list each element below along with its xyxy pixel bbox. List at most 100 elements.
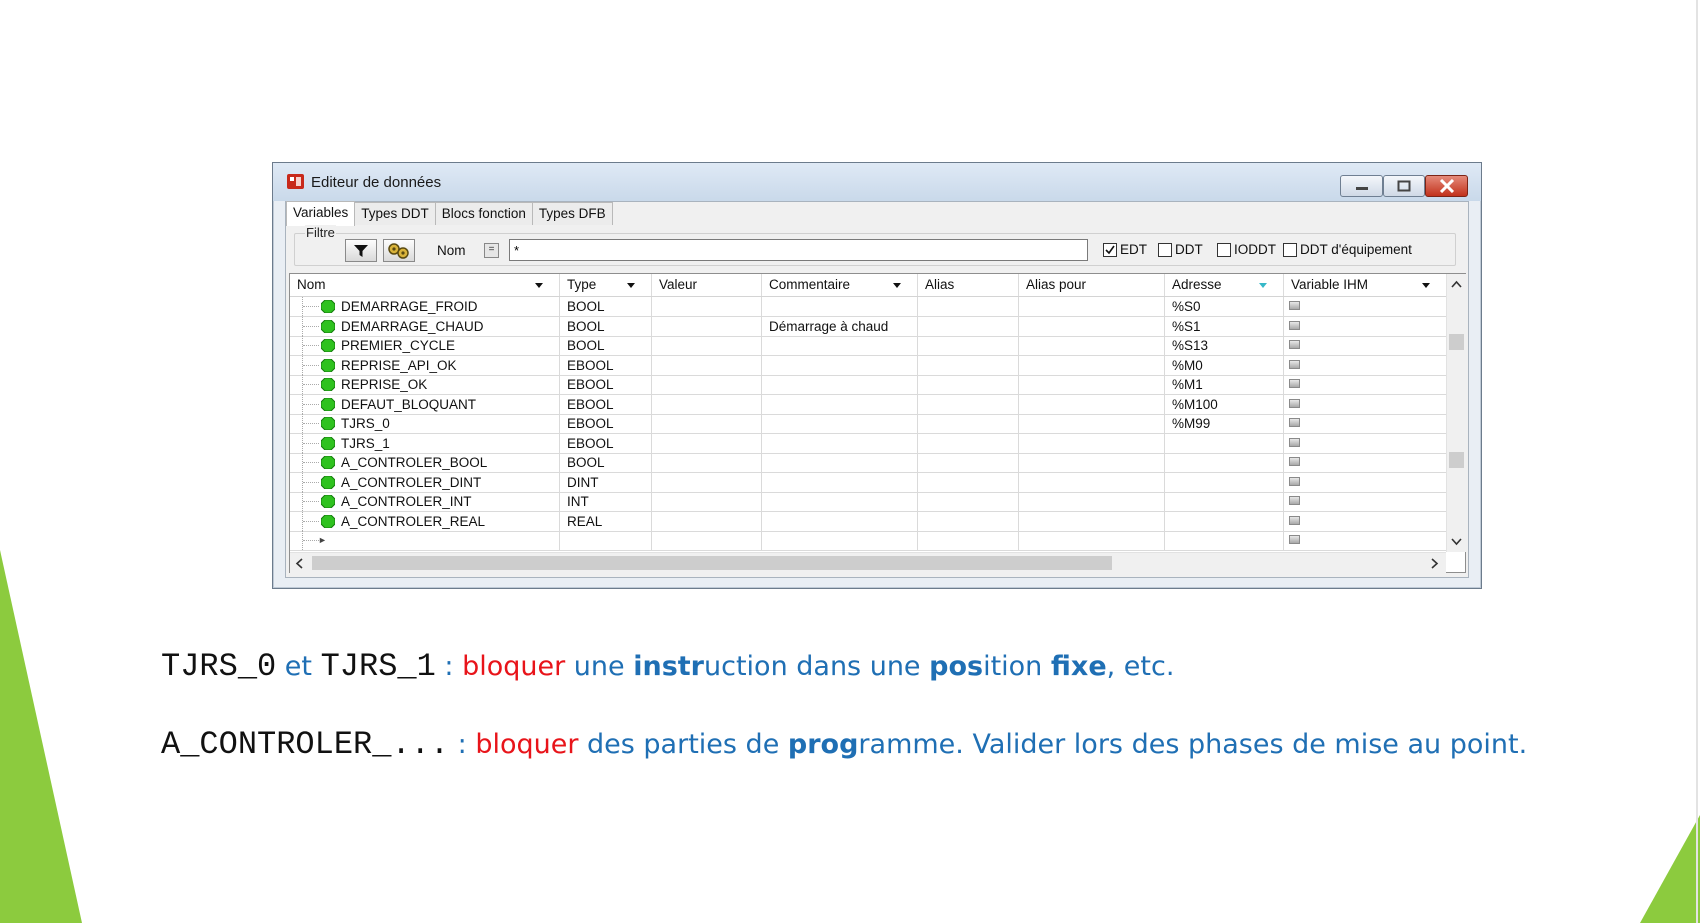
cell-adresse[interactable]: %M99 (1165, 414, 1284, 433)
scroll-left-icon[interactable] (295, 558, 303, 569)
table-row[interactable]: TJRS_1 EBOOL (290, 433, 1446, 454)
nom-operator-button[interactable]: = (484, 243, 499, 258)
horizontal-scroll-thumb[interactable] (312, 556, 1112, 570)
column-header-alias[interactable]: Alias (918, 274, 1019, 296)
cell-valeur[interactable] (652, 355, 762, 375)
cell-type[interactable]: BOOL (560, 316, 652, 336)
cell-ihm[interactable] (1284, 297, 1446, 316)
cell-nom[interactable]: DEFAUT_BLOQUANT (290, 394, 560, 414)
cell-alias[interactable] (918, 355, 1019, 375)
ihm-toggle-icon[interactable] (1289, 476, 1300, 486)
cell-alias[interactable] (918, 316, 1019, 336)
cell-alias-pour[interactable] (1019, 453, 1165, 472)
cell-alias[interactable] (918, 472, 1019, 492)
cell-alias-pour[interactable] (1019, 336, 1165, 355)
tab-variables[interactable]: Variables (286, 201, 356, 226)
sort-arrow-icon[interactable] (893, 283, 901, 288)
column-header-variable-ihm[interactable]: Variable IHM (1284, 274, 1446, 296)
table-row[interactable]: DEMARRAGE_FROID BOOL %S0 (290, 297, 1446, 317)
table-row[interactable]: A_CONTROLER_REAL REAL (290, 511, 1446, 532)
table-row[interactable]: A_CONTROLER_BOOL BOOL (290, 453, 1446, 473)
cell-nom[interactable]: A_CONTROLER_BOOL (290, 453, 560, 472)
cell-alias[interactable] (918, 531, 1019, 550)
cell-adresse[interactable]: %M100 (1165, 394, 1284, 414)
cell-adresse[interactable] (1165, 433, 1284, 453)
cell-adresse[interactable] (1165, 453, 1284, 472)
cell-valeur[interactable] (652, 472, 762, 492)
cell-commentaire[interactable] (762, 375, 918, 394)
cell-commentaire[interactable] (762, 414, 918, 433)
scroll-down-icon[interactable] (1451, 538, 1462, 546)
checkbox-ioddt[interactable]: IODDT (1217, 242, 1276, 257)
cell-type[interactable]: EBOOL (560, 414, 652, 433)
tab-types-ddt[interactable]: Types DDT (354, 202, 436, 225)
column-header-nom[interactable]: Nom (290, 274, 560, 296)
ihm-toggle-icon[interactable] (1289, 359, 1300, 369)
cell-nom[interactable]: DEMARRAGE_CHAUD (290, 316, 560, 336)
table-row-new[interactable]: ► (290, 531, 1446, 551)
vertical-scroll-thumb[interactable] (1449, 334, 1464, 350)
cell-type[interactable]: INT (560, 492, 652, 511)
ihm-toggle-icon[interactable] (1289, 398, 1300, 408)
column-header-type[interactable]: Type (560, 274, 652, 296)
minimize-button[interactable] (1340, 175, 1383, 197)
table-row[interactable]: DEMARRAGE_CHAUD BOOL Démarrage à chaud %S1 (290, 316, 1446, 337)
cell-type[interactable]: EBOOL (560, 355, 652, 375)
table-row[interactable]: A_CONTROLER_DINT DINT (290, 472, 1446, 493)
cell-type[interactable]: EBOOL (560, 394, 652, 414)
cell-type[interactable] (560, 531, 652, 550)
table-row[interactable]: REPRISE_API_OK EBOOL %M0 (290, 355, 1446, 376)
cell-nom[interactable]: TJRS_1 (290, 433, 560, 453)
cell-ihm[interactable] (1284, 395, 1446, 414)
apply-filter-button[interactable] (345, 239, 377, 262)
cell-nom[interactable]: DEMARRAGE_FROID (290, 297, 560, 316)
cell-valeur[interactable] (652, 453, 762, 472)
table-row[interactable]: REPRISE_OK EBOOL %M1 (290, 375, 1446, 395)
checkbox-ddt-box[interactable] (1158, 242, 1172, 257)
cell-alias-pour[interactable] (1019, 355, 1165, 375)
ihm-toggle-icon[interactable] (1289, 418, 1300, 427)
cell-ihm[interactable] (1284, 473, 1446, 492)
close-button[interactable] (1425, 175, 1468, 197)
cell-commentaire[interactable]: Démarrage à chaud (762, 316, 918, 336)
cell-commentaire[interactable] (762, 492, 918, 511)
cell-valeur[interactable] (652, 433, 762, 453)
cell-alias-pour[interactable] (1019, 297, 1165, 316)
cell-adresse[interactable]: %M1 (1165, 375, 1284, 394)
scroll-right-icon[interactable] (1431, 558, 1439, 569)
cell-valeur[interactable] (652, 297, 762, 316)
table-row[interactable]: PREMIER_CYCLE BOOL %S13 (290, 336, 1446, 356)
cell-ihm[interactable] (1284, 531, 1446, 550)
cell-alias-pour[interactable] (1019, 492, 1165, 511)
cell-commentaire[interactable] (762, 336, 918, 355)
ihm-toggle-icon[interactable] (1289, 535, 1300, 544)
cell-alias[interactable] (918, 433, 1019, 453)
column-header-commentaire[interactable]: Commentaire (762, 274, 918, 296)
ihm-toggle-icon[interactable] (1289, 301, 1300, 310)
column-header-valeur[interactable]: Valeur (652, 274, 762, 296)
cell-adresse[interactable] (1165, 531, 1284, 550)
filter-options-button[interactable] (383, 239, 415, 262)
cell-valeur[interactable] (652, 394, 762, 414)
cell-valeur[interactable] (652, 492, 762, 511)
cell-alias-pour[interactable] (1019, 375, 1165, 394)
column-header-adresse[interactable]: Adresse (1165, 274, 1284, 296)
cell-alias-pour[interactable] (1019, 433, 1165, 453)
cell-type[interactable]: REAL (560, 511, 652, 531)
cell-adresse[interactable]: %S13 (1165, 336, 1284, 355)
ihm-toggle-icon[interactable] (1289, 379, 1300, 388)
cell-nom[interactable]: PREMIER_CYCLE (290, 336, 560, 355)
cell-type[interactable]: EBOOL (560, 375, 652, 394)
scroll-up-icon[interactable] (1451, 280, 1462, 288)
cell-commentaire[interactable] (762, 511, 918, 531)
cell-commentaire[interactable] (762, 433, 918, 453)
ihm-toggle-icon[interactable] (1289, 496, 1300, 505)
cell-adresse[interactable]: %M0 (1165, 355, 1284, 375)
checkbox-ddt-equipement-box[interactable] (1283, 242, 1297, 257)
cell-alias-pour[interactable] (1019, 394, 1165, 414)
cell-ihm[interactable] (1284, 317, 1446, 336)
horizontal-scrollbar[interactable] (290, 552, 1446, 573)
checkbox-edt-box[interactable] (1103, 242, 1117, 257)
checkbox-edt[interactable]: EDT (1103, 242, 1147, 257)
cell-adresse[interactable] (1165, 492, 1284, 511)
